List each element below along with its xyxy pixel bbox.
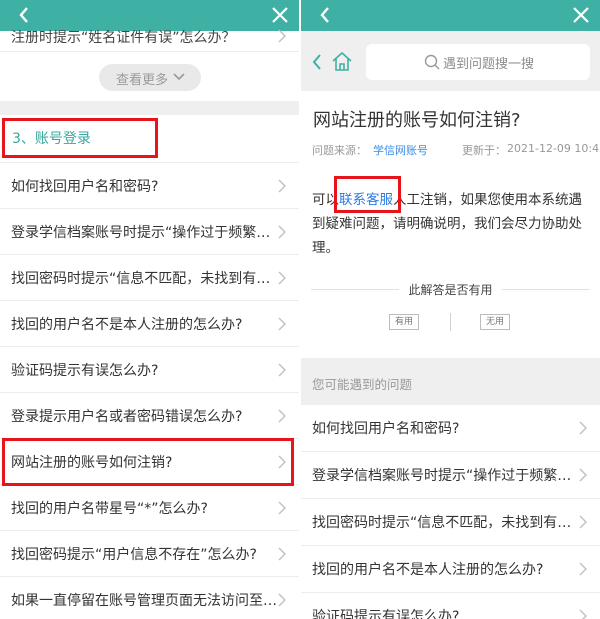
chevron-right-icon bbox=[278, 29, 286, 43]
chevron-right-icon bbox=[278, 317, 286, 331]
useful-button[interactable]: 有用 bbox=[389, 314, 419, 330]
chevron-right-icon bbox=[579, 609, 587, 619]
list-item[interactable]: 验证码提示有误怎么办? bbox=[301, 593, 600, 619]
chevron-right-icon bbox=[278, 363, 286, 377]
list-item-label: 找回的用户名不是本人注册的怎么办? bbox=[11, 317, 243, 333]
highlight-box bbox=[334, 176, 401, 213]
chevron-right-icon bbox=[579, 515, 587, 529]
list-item-label: 验证码提示有误怎么办? bbox=[11, 363, 159, 379]
highlight-box bbox=[2, 438, 294, 486]
list-item-label: 验证码提示有误怎么办? bbox=[312, 609, 460, 619]
search-input[interactable]: 遇到问题搜一搜 bbox=[366, 44, 590, 80]
chevron-right-icon bbox=[278, 547, 286, 561]
list-item[interactable]: 找回的用户名不是本人注册的怎么办? bbox=[301, 546, 600, 593]
list-item[interactable]: 登录学信档案账号时提示“操作过于频繁… bbox=[301, 452, 600, 499]
left-screen: 注册时提示“姓名证件有误”怎么办？ 查看更多 3、账号登录 如何找回用户名和密码… bbox=[0, 0, 299, 619]
list-item-label: 找回密码时提示“信息不匹配，未找到有… bbox=[312, 515, 572, 531]
view-more-button[interactable]: 查看更多 bbox=[99, 64, 201, 91]
source-link[interactable]: 学信网账号 bbox=[373, 142, 428, 158]
list-item-label: 登录学信档案账号时提示“操作过于频繁… bbox=[11, 225, 271, 241]
list-item[interactable]: 登录提示用户名或者密码错误怎么办? bbox=[0, 393, 299, 439]
list-item-label: 找回的用户名不是本人注册的怎么办? bbox=[312, 562, 544, 578]
chevron-right-icon bbox=[278, 179, 286, 193]
list-item-label: 注册时提示“姓名证件有误”怎么办？ bbox=[11, 30, 236, 46]
view-more-label: 查看更多 bbox=[116, 73, 169, 88]
search-bar-row: 遇到问题搜一搜 bbox=[301, 31, 600, 91]
list-item[interactable]: 注册时提示“姓名证件有误”怎么办？ bbox=[0, 29, 299, 52]
close-icon[interactable] bbox=[570, 4, 592, 26]
chevron-right-icon bbox=[278, 501, 286, 515]
list-item-label: 如何找回用户名和密码? bbox=[11, 179, 159, 195]
back-arrow-icon[interactable] bbox=[14, 4, 36, 26]
divider-line bbox=[502, 289, 590, 290]
chevron-down-icon bbox=[173, 73, 185, 81]
article-title: 网站注册的账号如何注销? bbox=[313, 110, 521, 131]
useless-button[interactable]: 无用 bbox=[480, 314, 510, 330]
close-icon[interactable] bbox=[269, 4, 291, 26]
list-item[interactable]: 如果一直停留在账号管理页面无法访问至… bbox=[0, 577, 299, 619]
chevron-right-icon bbox=[579, 421, 587, 435]
list-item-label: 找回密码时提示“信息不匹配，未找到有… bbox=[11, 271, 271, 287]
chevron-right-icon bbox=[278, 409, 286, 423]
search-placeholder: 遇到问题搜一搜 bbox=[443, 57, 535, 72]
answer-line-3: 理。 bbox=[312, 240, 339, 256]
home-icon[interactable] bbox=[331, 50, 353, 72]
chevron-right-icon bbox=[579, 562, 587, 576]
answer-line-2: 到疑难问题，请明确说明，我们会尽力协助处 bbox=[312, 216, 582, 232]
list-item-label: 如果一直停留在账号管理页面无法访问至… bbox=[11, 593, 277, 609]
chevron-right-icon bbox=[579, 468, 587, 482]
updated-label: 更新于： bbox=[462, 144, 506, 157]
list-item-label: 找回的用户名带星号“*”怎么办? bbox=[11, 501, 208, 517]
list-item[interactable]: 找回的用户名带星号“*”怎么办? bbox=[0, 485, 299, 531]
related-section-title: 您可能遇到的问题 bbox=[312, 377, 413, 392]
source-label: 问题来源： bbox=[312, 144, 367, 157]
back-arrow-icon[interactable] bbox=[315, 4, 337, 26]
list-item[interactable]: 登录学信档案账号时提示“操作过于频繁… bbox=[0, 209, 299, 255]
vote-separator bbox=[450, 313, 451, 331]
related-section-header: 您可能遇到的问题 bbox=[301, 358, 600, 405]
list-item[interactable]: 找回密码时提示“信息不匹配，未找到有… bbox=[301, 499, 600, 546]
chevron-right-icon bbox=[278, 593, 286, 607]
list-item[interactable]: 找回密码时提示“信息不匹配，未找到有… bbox=[0, 255, 299, 301]
updated-time: 2021-12-09 10:42 bbox=[507, 142, 600, 155]
chevron-right-icon bbox=[278, 271, 286, 285]
list-item[interactable]: 验证码提示有误怎么办? bbox=[0, 347, 299, 393]
top-bar bbox=[301, 0, 600, 31]
list-item-label: 登录学信档案账号时提示“操作过于频繁… bbox=[312, 468, 572, 484]
right-screen: 遇到问题搜一搜 网站注册的账号如何注销? 问题来源： 学信网账号 更新于： 20… bbox=[301, 0, 600, 619]
list-item[interactable]: 如何找回用户名和密码? bbox=[0, 163, 299, 209]
search-icon bbox=[424, 54, 440, 70]
list-item[interactable]: 找回的用户名不是本人注册的怎么办? bbox=[0, 301, 299, 347]
chevron-right-icon bbox=[278, 225, 286, 239]
list-item-label: 如何找回用户名和密码? bbox=[312, 421, 460, 437]
highlight-box bbox=[2, 118, 158, 158]
list-item-label: 找回密码提示“用户信息不存在”怎么办? bbox=[11, 547, 257, 563]
list-item[interactable]: 如何找回用户名和密码? bbox=[301, 405, 600, 452]
list-item[interactable]: 找回密码提示“用户信息不存在”怎么办? bbox=[0, 531, 299, 577]
answer-text: 人工注销，如果您使用本系统遇 bbox=[393, 192, 582, 208]
back-arrow-icon[interactable] bbox=[312, 54, 322, 70]
section-separator bbox=[0, 101, 299, 115]
list-item-label: 登录提示用户名或者密码错误怎么办? bbox=[11, 409, 243, 425]
